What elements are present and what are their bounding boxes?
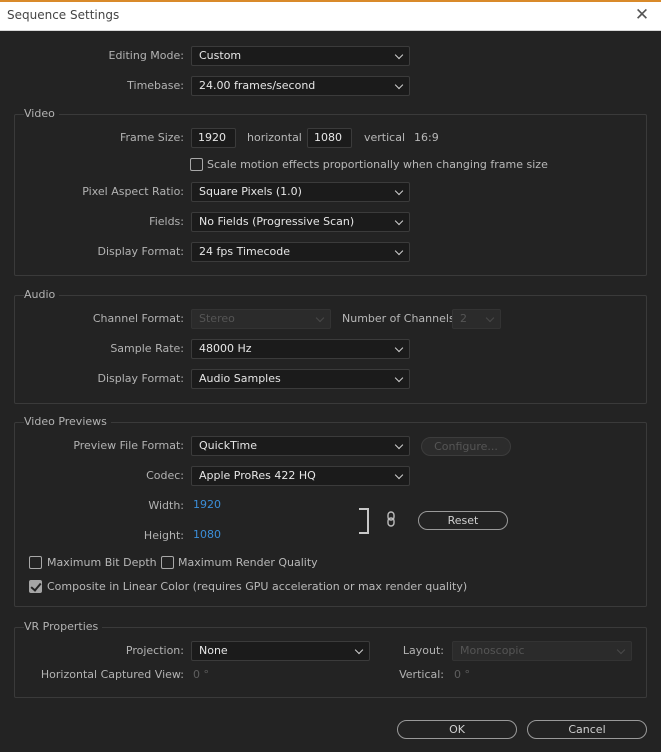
vr-properties-section xyxy=(14,627,647,698)
link-bracket xyxy=(359,508,369,534)
fields-value: No Fields (Progressive Scan) xyxy=(199,215,355,228)
projection-value: None xyxy=(199,644,228,657)
audio-section-title: Audio xyxy=(24,288,60,301)
number-of-channels-value: 2 xyxy=(460,312,467,325)
preview-width-value[interactable]: 1920 xyxy=(193,498,221,511)
video-section-title: Video xyxy=(24,107,59,120)
vr-vertical-value: 0 ° xyxy=(454,668,470,681)
pixel-aspect-value: Square Pixels (1.0) xyxy=(199,185,302,198)
timebase-value: 24.00 frames/second xyxy=(199,79,316,92)
chevron-down-icon xyxy=(315,310,325,328)
video-display-format-label: Display Format: xyxy=(97,245,184,258)
preview-file-format-dropdown[interactable]: QuickTime xyxy=(191,436,410,456)
chevron-down-icon xyxy=(394,183,404,201)
reset-button[interactable]: Reset xyxy=(418,511,508,530)
chevron-down-icon xyxy=(394,437,404,455)
chevron-down-icon xyxy=(394,77,404,95)
number-of-channels-label: Number of Channels: xyxy=(342,312,459,325)
video-display-format-dropdown[interactable]: 24 fps Timecode xyxy=(191,242,410,262)
codec-value: Apple ProRes 422 HQ xyxy=(199,469,316,482)
link-icon[interactable] xyxy=(385,511,397,527)
timebase-dropdown[interactable]: 24.00 frames/second xyxy=(191,76,410,96)
aspect-ratio-readout: 16:9 xyxy=(414,131,439,144)
max-bit-depth-checkbox[interactable] xyxy=(29,556,42,569)
max-render-quality-label: Maximum Render Quality xyxy=(178,556,318,569)
chevron-down-icon xyxy=(394,340,404,358)
horizontal-label: horizontal xyxy=(247,131,302,144)
channel-format-dropdown: Stereo xyxy=(191,309,331,329)
scale-motion-checkbox[interactable] xyxy=(190,158,203,171)
ok-button[interactable]: OK xyxy=(397,720,517,739)
channel-format-label: Channel Format: xyxy=(92,312,184,325)
sample-rate-value: 48000 Hz xyxy=(199,342,252,355)
editing-mode-value: Custom xyxy=(199,49,242,62)
chevron-down-icon xyxy=(394,243,404,261)
codec-label: Codec: xyxy=(146,469,184,482)
chevron-down-icon xyxy=(616,642,626,660)
layout-value: Monoscopic xyxy=(460,644,525,657)
preview-height-value[interactable]: 1080 xyxy=(193,528,221,541)
vr-section-title: VR Properties xyxy=(24,620,103,633)
frame-size-label: Frame Size: xyxy=(119,131,184,144)
fields-dropdown[interactable]: No Fields (Progressive Scan) xyxy=(191,212,410,232)
vr-vertical-label: Vertical: xyxy=(399,668,444,681)
preview-file-format-value: QuickTime xyxy=(199,439,258,452)
pixel-aspect-label: Pixel Aspect Ratio: xyxy=(82,185,184,198)
chevron-down-icon xyxy=(394,47,404,65)
pixel-aspect-dropdown[interactable]: Square Pixels (1.0) xyxy=(191,182,410,202)
horizontal-captured-view-label: Horizontal Captured View: xyxy=(40,668,184,681)
video-display-format-value: 24 fps Timecode xyxy=(199,245,291,258)
timebase-label: Timebase: xyxy=(127,79,184,92)
configure-button: Configure... xyxy=(421,437,511,456)
close-icon[interactable]: ✕ xyxy=(632,5,652,25)
preview-file-format-label: Preview File Format: xyxy=(73,439,184,452)
vertical-label: vertical xyxy=(364,131,406,144)
frame-width-field[interactable]: 1920 xyxy=(191,128,236,148)
audio-display-format-label: Display Format: xyxy=(97,372,184,385)
frame-height-field[interactable]: 1080 xyxy=(307,128,352,148)
editing-mode-dropdown[interactable]: Custom xyxy=(191,46,410,66)
audio-display-format-value: Audio Samples xyxy=(199,372,281,385)
max-bit-depth-label: Maximum Bit Depth xyxy=(47,556,157,569)
max-render-quality-checkbox[interactable] xyxy=(161,556,174,569)
chevron-down-icon xyxy=(394,370,404,388)
sample-rate-dropdown[interactable]: 48000 Hz xyxy=(191,339,410,359)
codec-dropdown[interactable]: Apple ProRes 422 HQ xyxy=(191,466,410,486)
chevron-down-icon xyxy=(394,213,404,231)
chevron-down-icon xyxy=(354,642,364,660)
composite-linear-label: Composite in Linear Color (requires GPU … xyxy=(47,580,468,593)
preview-width-label: Width: xyxy=(148,499,184,512)
chevron-down-icon xyxy=(394,467,404,485)
layout-label: Layout: xyxy=(402,644,444,657)
sample-rate-label: Sample Rate: xyxy=(110,342,184,355)
composite-linear-checkbox[interactable] xyxy=(29,580,42,593)
preview-height-label: Height: xyxy=(143,529,184,542)
projection-dropdown[interactable]: None xyxy=(191,641,370,661)
scale-motion-label: Scale motion effects proportionally when… xyxy=(207,158,548,171)
horizontal-captured-view-value: 0 ° xyxy=(193,668,209,681)
video-previews-section-title: Video Previews xyxy=(24,415,111,428)
channel-format-value: Stereo xyxy=(199,312,235,325)
editing-mode-label: Editing Mode: xyxy=(108,49,185,62)
window-title: Sequence Settings xyxy=(7,8,120,22)
layout-dropdown: Monoscopic xyxy=(452,641,632,661)
chevron-down-icon xyxy=(485,310,495,328)
number-of-channels-dropdown: 2 xyxy=(452,309,501,329)
audio-display-format-dropdown[interactable]: Audio Samples xyxy=(191,369,410,389)
fields-label: Fields: xyxy=(149,215,184,228)
cancel-button[interactable]: Cancel xyxy=(527,720,647,739)
title-bar: Sequence Settings ✕ xyxy=(0,2,661,31)
projection-label: Projection: xyxy=(125,644,184,657)
